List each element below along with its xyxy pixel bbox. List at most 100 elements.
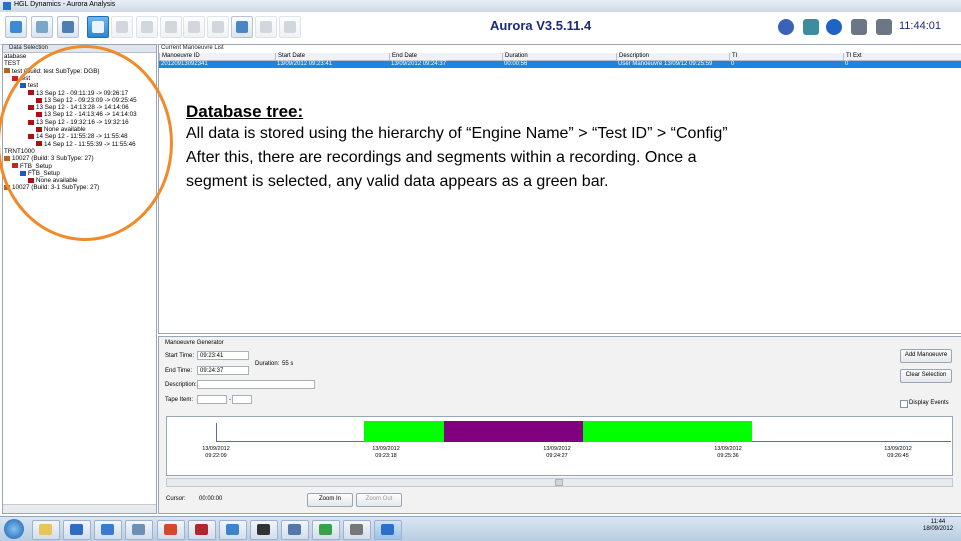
scrollbar-thumb[interactable] — [555, 479, 563, 486]
settings-icon — [116, 21, 128, 33]
printer-icon[interactable] — [851, 19, 867, 35]
clear-selection-button[interactable]: Clear Selection — [900, 369, 952, 383]
zoom-in-button[interactable]: Zoom In — [307, 493, 353, 507]
table-cell: 13/09/2012 09:24:37 — [391, 61, 447, 67]
table-cell: 00:00:56 — [504, 61, 528, 67]
edit-icon — [260, 21, 272, 33]
chart-button[interactable] — [183, 16, 205, 38]
highlight-circle — [0, 45, 173, 241]
settings-button[interactable] — [111, 16, 133, 38]
check-button[interactable] — [160, 16, 182, 38]
hierarchy-button[interactable] — [231, 16, 253, 38]
manoeuvre-list-header: Manoeuvre ID Start Date End Date Duratio… — [159, 53, 961, 61]
taskbar-app[interactable] — [94, 520, 122, 540]
taskbar-app[interactable] — [281, 520, 309, 540]
media-icon — [101, 524, 114, 535]
column-header[interactable]: TI Ext — [843, 53, 958, 60]
end-time-label: End Time: — [165, 368, 193, 374]
export-icon — [212, 21, 224, 33]
annotation-line: segment is selected, any valid data appe… — [186, 173, 609, 190]
zoom-out-button[interactable]: Zoom Out — [356, 493, 402, 507]
add-database-icon — [10, 21, 22, 33]
print-preview-icon[interactable] — [876, 19, 892, 35]
upload-icon[interactable] — [803, 19, 819, 35]
end-time-input[interactable]: 09:24:37 — [197, 366, 249, 375]
check-icon — [165, 21, 177, 33]
table-row[interactable]: 20120913092341 13/09/2012 09:23:41 13/09… — [159, 61, 961, 68]
edit-button[interactable] — [255, 16, 277, 38]
start-time-input[interactable]: 09:23:41 — [197, 351, 249, 360]
column-header[interactable]: Duration — [502, 53, 617, 60]
duration-label: Duration: — [255, 361, 280, 367]
globe-icon[interactable] — [826, 19, 842, 35]
timeline-tick-label: 13/09/2012 09:23:18 — [366, 446, 406, 460]
timeline-tick-label: 13/09/2012 09:25:36 — [708, 446, 748, 460]
start-orb-icon[interactable] — [4, 519, 24, 539]
table-cell: User Manoeuvre 13/09/12 09:25:59 — [618, 61, 713, 67]
column-header[interactable]: Start Date — [275, 53, 390, 60]
tape-item-input-1[interactable] — [197, 395, 227, 404]
tools-button[interactable] — [136, 16, 158, 38]
valid-data-bar[interactable] — [583, 421, 752, 442]
manoeuvre-list-title: Current Manoeuvre List — [161, 45, 224, 51]
tick-time: 09:25:36 — [717, 453, 739, 459]
data-tree-button[interactable] — [87, 16, 109, 38]
description-label: Description: — [165, 382, 197, 388]
taskbar-app[interactable] — [312, 520, 340, 540]
annotation-heading: Database tree: — [186, 102, 304, 121]
taskbar-app[interactable] — [374, 520, 402, 540]
hierarchy-icon — [236, 21, 248, 33]
taskbar-app[interactable] — [157, 520, 185, 540]
taskbar-app[interactable] — [250, 520, 278, 540]
system-tray[interactable] — [850, 525, 920, 533]
selected-manoeuvre-bar[interactable] — [444, 421, 583, 442]
annotation: Database tree: All data is stored using … — [186, 101, 926, 194]
taskbar-app[interactable] — [125, 520, 153, 540]
network-button[interactable] — [31, 16, 53, 38]
annotation-line: All data is stored using the hierarchy o… — [186, 125, 728, 142]
network-icon — [132, 524, 145, 535]
column-header[interactable]: End Date — [389, 53, 504, 60]
app-icon — [350, 524, 363, 535]
app-icon — [3, 2, 11, 10]
tree-item[interactable]: atabase — [4, 53, 26, 60]
column-header[interactable]: Description — [616, 53, 731, 60]
tick-date: 13/09/2012 — [543, 446, 571, 452]
timeline-scrollbar[interactable] — [166, 478, 953, 487]
data-selection-title: Data Selection — [9, 45, 49, 51]
add-manoeuvre-button[interactable]: Add Manoeuvre — [900, 349, 952, 363]
computer-button[interactable] — [57, 16, 79, 38]
tape-item-input-2[interactable] — [232, 395, 252, 404]
description-input[interactable] — [197, 380, 315, 389]
computer-icon — [62, 21, 74, 33]
column-header[interactable]: TI — [729, 53, 844, 60]
chart-icon — [188, 21, 200, 33]
graph-button[interactable] — [279, 16, 301, 38]
table-cell: 0 — [845, 61, 849, 67]
taskbar-app[interactable] — [63, 520, 91, 540]
taskbar-app[interactable] — [219, 520, 247, 540]
tick-time: 09:23:18 — [375, 453, 397, 459]
tape-item-separator: - — [229, 397, 231, 403]
tree-item[interactable]: TEST — [4, 60, 20, 67]
taskbar-app[interactable] — [188, 520, 216, 540]
valid-data-bar[interactable] — [364, 421, 444, 442]
aurora-icon — [381, 524, 394, 535]
tree-horizontal-scrollbar[interactable] — [3, 504, 156, 513]
timeline-tick-label: 13/09/2012 09:26:45 — [878, 446, 918, 460]
annotation-line: After this, there are recordings and seg… — [186, 149, 697, 166]
display-events-checkbox[interactable] — [900, 400, 908, 408]
taskbar-clock[interactable]: 11:44 18/09/2012 — [923, 519, 953, 533]
taskbar-app[interactable] — [32, 520, 60, 540]
export-button[interactable] — [207, 16, 229, 38]
camera-icon — [257, 524, 270, 535]
help-icon[interactable] — [778, 19, 794, 35]
timeline-chart[interactable]: 13/09/2012 09:22:09 13/09/2012 09:23:18 13… — [166, 416, 953, 476]
start-time-label: Start Time: — [165, 353, 195, 359]
tick-date: 13/09/2012 — [884, 446, 912, 452]
taskbar-app[interactable] — [343, 520, 371, 540]
add-database-button[interactable] — [5, 16, 27, 38]
tick-time: 09:24:27 — [546, 453, 568, 459]
timeline-tick-label: 13/09/2012 09:22:09 — [196, 446, 236, 460]
column-header[interactable]: Manoeuvre ID — [159, 53, 276, 60]
